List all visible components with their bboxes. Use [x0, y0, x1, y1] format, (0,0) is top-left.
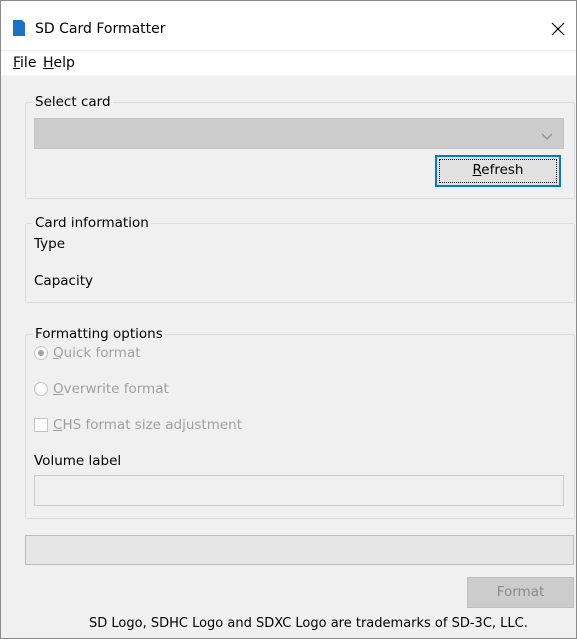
card-select-dropdown[interactable] [34, 118, 564, 149]
volume-label-caption: Volume label [34, 453, 122, 469]
sd-card-icon [13, 20, 25, 36]
formatting-options-legend: Formatting options [33, 326, 165, 342]
card-type-label: Type [34, 236, 66, 252]
menu-help-mnemonic: H [43, 55, 54, 71]
menu-file-mnemonic: F [13, 55, 21, 71]
checkbox-indicator [34, 418, 48, 432]
select-card-group: Select card Refresh [25, 94, 575, 199]
chevron-down-icon [541, 129, 553, 140]
format-button[interactable]: Format [467, 577, 574, 608]
chs-adjustment-text: HS format size adjustment [62, 417, 243, 433]
refresh-button[interactable]: Refresh [435, 155, 561, 187]
menu-bar: File Help [1, 51, 576, 75]
overwrite-format-text: verwrite format [63, 381, 169, 397]
volume-label-input[interactable] [34, 475, 564, 506]
focus-rectangle [439, 159, 557, 183]
menu-help-label: elp [53, 55, 75, 71]
progress-bar [25, 535, 574, 565]
card-information-legend: Card information [33, 215, 151, 231]
menu-file[interactable]: File [13, 55, 36, 71]
card-information-group: Card information Type Capacity [25, 215, 575, 303]
quick-format-text: uick format [63, 345, 141, 361]
card-capacity-label: Capacity [34, 273, 93, 289]
app-window: SD Card Formatter File Help Select card … [0, 0, 577, 639]
menu-file-label: ile [20, 55, 37, 71]
window-title: SD Card Formatter [35, 21, 166, 37]
overwrite-format-mnemonic: O [53, 381, 64, 397]
menu-help[interactable]: Help [43, 55, 75, 71]
formatting-options-group: Formatting options Quick format Overwrit… [25, 326, 575, 519]
radio-checked-indicator [34, 346, 48, 360]
select-card-legend: Select card [33, 94, 113, 110]
quick-format-label: Quick format [53, 345, 141, 361]
close-icon [551, 22, 565, 36]
close-button[interactable] [547, 18, 569, 40]
chs-adjustment-label: CHS format size adjustment [53, 417, 242, 433]
overwrite-format-label: Overwrite format [53, 381, 169, 397]
title-bar[interactable]: SD Card Formatter [1, 1, 576, 50]
quick-format-mnemonic: Q [53, 345, 64, 361]
radio-unchecked-indicator [34, 382, 48, 396]
trademark-notice: SD Logo, SDHC Logo and SDXC Logo are tra… [89, 616, 528, 631]
